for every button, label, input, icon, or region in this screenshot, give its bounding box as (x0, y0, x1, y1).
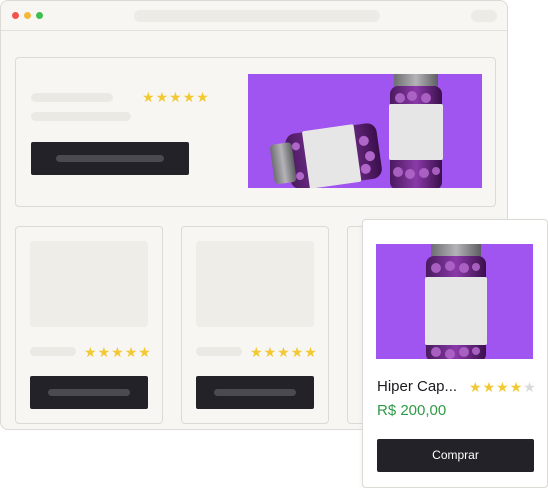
star-icon: ★ (97, 344, 111, 360)
browser-titlebar (1, 1, 507, 31)
maximize-window-dot[interactable] (36, 12, 43, 19)
product-card-2-image-placeholder (196, 241, 314, 327)
supplement-bottles-icon (270, 74, 443, 188)
star-icon: ★ (155, 89, 169, 105)
hero-title-placeholder (31, 93, 113, 102)
hero-subtitle-placeholder (31, 112, 131, 121)
product-card-1-image-placeholder (30, 241, 148, 327)
product-card-2-title-placeholder (196, 347, 242, 356)
star-icon: ★ (469, 379, 482, 395)
hero-cta-label-placeholder (56, 155, 164, 162)
product-rating-stars: ★ ★ ★ ★ ★ (469, 380, 536, 394)
star-icon: ★ (84, 344, 97, 360)
product-name[interactable]: Hiper Cap... (377, 378, 457, 395)
product-popup-image (376, 244, 533, 359)
star-icon: ★ (250, 344, 263, 360)
hero-cta-button[interactable] (31, 142, 189, 175)
star-icon: ★ (124, 344, 138, 360)
hero-product-image (248, 74, 482, 188)
product-card-2-rating-stars: ★ ★ ★ ★ ★ (250, 345, 317, 359)
buy-button[interactable]: Comprar (377, 439, 534, 472)
star-icon: ★ (523, 379, 536, 395)
star-icon: ★ (482, 379, 496, 395)
product-card-2-buy-label-placeholder (214, 389, 296, 396)
address-bar[interactable] (134, 10, 380, 22)
close-window-dot[interactable] (12, 12, 19, 19)
product-card-1: ★ ★ ★ ★ ★ (15, 226, 163, 424)
star-icon: ★ (182, 89, 196, 105)
star-icon: ★ (142, 89, 155, 105)
star-icon: ★ (169, 89, 182, 105)
product-card-2: ★ ★ ★ ★ ★ (181, 226, 329, 424)
star-icon: ★ (304, 344, 317, 360)
product-card-1-buy-label-placeholder (48, 389, 130, 396)
hero-rating-stars: ★ ★ ★ ★ ★ (142, 90, 209, 104)
star-icon: ★ (277, 344, 290, 360)
product-card-1-buy-button[interactable] (30, 376, 148, 409)
star-icon: ★ (196, 89, 209, 105)
star-icon: ★ (509, 379, 523, 395)
star-icon: ★ (496, 379, 509, 395)
browser-menu-button[interactable] (471, 10, 497, 22)
supplement-bottle-icon (425, 244, 487, 359)
product-price: R$ 200,00 (377, 402, 447, 419)
star-icon: ★ (290, 344, 304, 360)
star-icon: ★ (111, 344, 124, 360)
star-icon: ★ (263, 344, 277, 360)
minimize-window-dot[interactable] (24, 12, 31, 19)
product-card-2-buy-button[interactable] (196, 376, 314, 409)
hero-product-card: ★ ★ ★ ★ ★ (15, 57, 496, 207)
product-card-1-rating-stars: ★ ★ ★ ★ ★ (84, 345, 151, 359)
product-card-1-title-placeholder (30, 347, 76, 356)
product-popup-card: Hiper Cap... ★ ★ ★ ★ ★ R$ 200,00 Comprar (362, 219, 548, 488)
star-icon: ★ (138, 344, 151, 360)
